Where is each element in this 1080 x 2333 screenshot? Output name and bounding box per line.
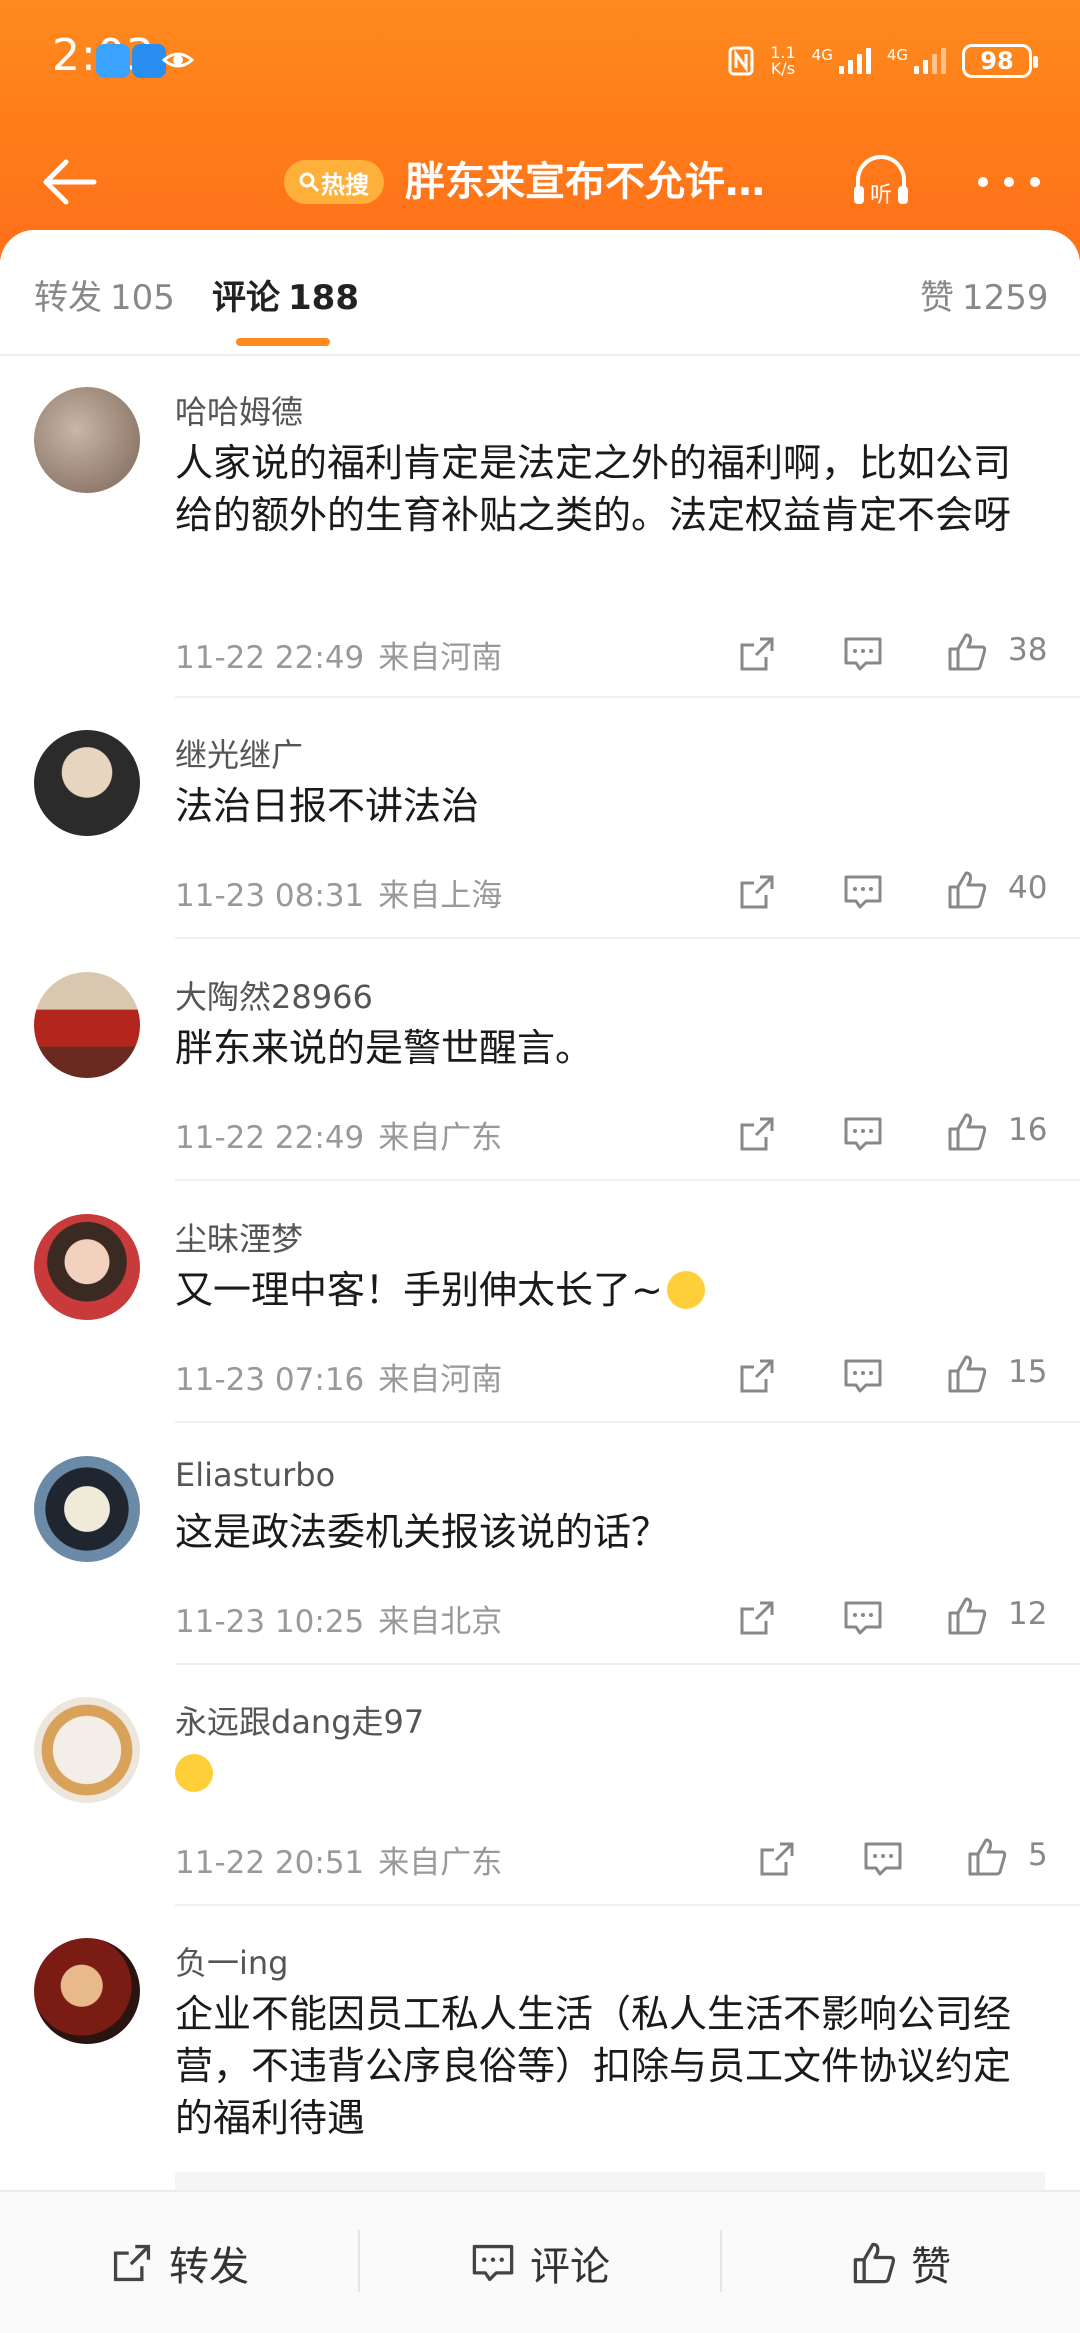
share-icon[interactable]: [736, 871, 778, 913]
divider: [0, 354, 1080, 356]
divider: [175, 937, 1080, 939]
divider: [175, 1421, 1080, 1423]
share-icon[interactable]: [736, 633, 778, 675]
comment-text: 法治日报不讲法治: [175, 784, 480, 828]
hot-search-badge[interactable]: 热搜: [284, 160, 384, 204]
more-options-icon[interactable]: [978, 170, 1040, 194]
active-tab-indicator: [236, 338, 330, 346]
nav-bar: 热搜 胖东来宣布不允许… 听: [0, 130, 1080, 240]
status-indicators: 1.1 K/s 4G 4G 98: [728, 36, 1038, 86]
share-icon[interactable]: [736, 1355, 778, 1397]
like-button[interactable]: 赞: [722, 2192, 1080, 2333]
signal-strength-1: 4G: [812, 48, 871, 74]
reply-comment-icon[interactable]: [842, 1597, 884, 1639]
comment-text: 企业不能因员工私人生活（私人生活不影响公司经营，不违背公序良俗等）扣除与员工文件…: [175, 1992, 1012, 2140]
like-count: 15: [1008, 1354, 1048, 1390]
bottom-action-bar: 转发 评论 赞: [0, 2190, 1080, 2333]
comment-meta: 11-22 20:51 来自广东: [175, 1845, 503, 1881]
avatar[interactable]: [34, 730, 140, 836]
shush-emoji-icon: [666, 1271, 705, 1309]
thumbs-up-icon[interactable]: [946, 1353, 988, 1395]
comment-username[interactable]: 尘昧湮梦: [175, 1214, 303, 1260]
tab-bar: 转发 105 评论 188 赞 1259: [0, 230, 1080, 354]
quoted-content-preview: [175, 2172, 1045, 2192]
avatar[interactable]: [34, 1214, 140, 1320]
thumbs-up-icon[interactable]: [946, 869, 988, 911]
thumbs-up-icon[interactable]: [966, 1836, 1008, 1878]
comment-meta: 11-22 22:49 来自河南: [175, 640, 503, 676]
weather-notification-icon: [132, 44, 166, 78]
comment-meta: 11-22 22:49 来自广东: [175, 1120, 503, 1156]
comment-username[interactable]: 继光继广: [175, 730, 303, 776]
comment-text: 胖东来说的是警世醒言。: [175, 1026, 594, 1070]
thumbs-up-icon[interactable]: [946, 1111, 988, 1153]
battery-indicator: 98: [962, 44, 1038, 78]
comment-meta: 11-23 08:31 来自上海: [175, 878, 503, 914]
comment-meta: 11-23 07:16 来自河南: [175, 1362, 503, 1398]
like-count: 40: [1008, 870, 1048, 906]
share-icon[interactable]: [736, 1113, 778, 1155]
reply-comment-icon[interactable]: [862, 1838, 904, 1880]
app-notification-icon: [96, 44, 130, 78]
share-icon: [113, 2244, 151, 2281]
comment-button[interactable]: 评论: [360, 2192, 720, 2333]
like-count: 38: [1008, 632, 1048, 668]
comment-text: [175, 1747, 1035, 1799]
network-speed: 1.1 K/s: [770, 43, 796, 78]
reply-comment-icon[interactable]: [842, 1113, 884, 1155]
avatar[interactable]: [34, 1456, 140, 1562]
reply-comment-icon[interactable]: [842, 1355, 884, 1397]
tab-repost[interactable]: 转发 105: [34, 270, 175, 319]
avatar[interactable]: [34, 1697, 140, 1803]
page-title: 胖东来宣布不允许…: [405, 159, 765, 205]
thumbs-up-icon[interactable]: [946, 631, 988, 673]
thumbs-up-icon: [853, 2242, 895, 2283]
tab-likes[interactable]: 赞 1259: [920, 270, 1049, 319]
avatar[interactable]: [34, 1938, 140, 2044]
comment-username[interactable]: 大陶然28966: [175, 972, 373, 1018]
crying-emoji-icon: [175, 1754, 213, 1792]
comment-username[interactable]: Eliasturbo: [175, 1456, 335, 1494]
reply-comment-icon[interactable]: [842, 871, 884, 913]
divider: [175, 696, 1080, 698]
comment-username[interactable]: 负一ing: [175, 1938, 289, 1984]
divider: [175, 1904, 1080, 1906]
comment-username[interactable]: 哈哈姆德: [175, 387, 303, 433]
avatar[interactable]: [34, 972, 140, 1078]
share-icon[interactable]: [736, 1597, 778, 1639]
signal-strength-2: 4G: [887, 48, 946, 74]
reply-comment-icon[interactable]: [842, 633, 884, 675]
thumbs-up-icon[interactable]: [946, 1595, 988, 1637]
search-icon: [299, 172, 319, 192]
share-icon[interactable]: [756, 1838, 798, 1880]
comment-text: 这是政法委机关报该说的话？: [175, 1510, 670, 1554]
comment-text: 又一理中客！手别伸太长了~: [175, 1264, 1035, 1316]
back-arrow-icon[interactable]: [38, 150, 102, 214]
status-bar: 2:03 1.1 K/s 4G 4G: [0, 0, 1080, 120]
svg-text:听: 听: [870, 183, 892, 208]
repost-button[interactable]: 转发: [0, 2192, 358, 2333]
comment-icon: [472, 2244, 514, 2281]
comment-meta: 11-23 10:25 来自北京: [175, 1604, 503, 1640]
tab-comments[interactable]: 评论 188: [212, 270, 359, 319]
divider: [175, 1179, 1080, 1181]
comment-username[interactable]: 永远跟dang走97: [175, 1697, 424, 1743]
comment-text: 人家说的福利肯定是法定之外的福利啊，比如公司给的额外的生育补贴之类的。法定权益肯…: [175, 441, 1012, 537]
divider: [175, 1663, 1080, 1665]
nfc-icon: [728, 46, 754, 76]
avatar[interactable]: [34, 387, 140, 493]
app-header: 2:03 1.1 K/s 4G 4G: [0, 0, 1080, 260]
eye-icon: [162, 52, 194, 68]
like-count: 5: [1028, 1837, 1048, 1873]
like-count: 16: [1008, 1112, 1048, 1148]
listen-headphones-icon[interactable]: 听: [848, 148, 914, 214]
like-count: 12: [1008, 1596, 1048, 1632]
